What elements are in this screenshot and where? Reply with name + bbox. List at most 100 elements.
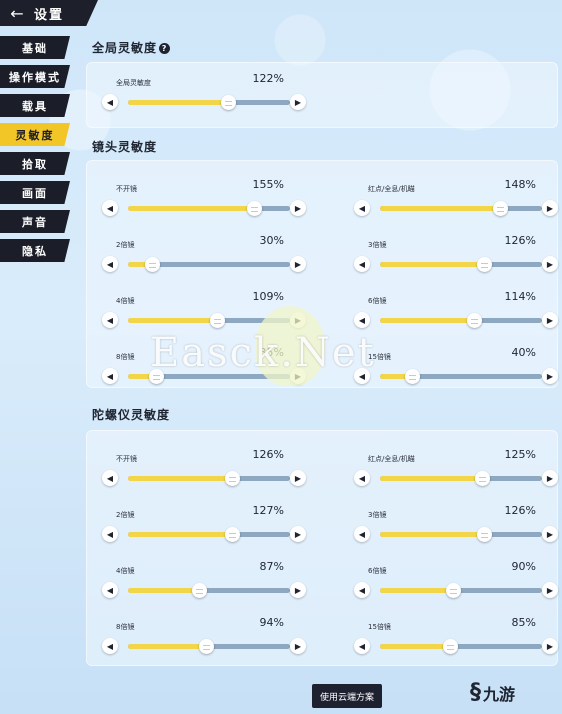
decrease-arrow-icon[interactable]: ◀ [102,526,118,542]
cloud-scheme-button[interactable]: 使用云端方案 [312,684,382,708]
slider-thumb[interactable] [476,527,492,542]
sensitivity-slider: 6倍镜 114% ◀ ▶ [354,290,558,336]
sensitivity-slider: 全局灵敏度 122% ◀ ▶ [102,72,306,118]
page-title: 设置 [34,7,65,23]
slider-track[interactable] [128,527,290,542]
slider-track[interactable] [380,369,542,384]
slider-thumb[interactable] [145,257,161,272]
decrease-arrow-icon[interactable]: ◀ [102,256,118,272]
increase-arrow-icon[interactable]: ▶ [542,368,558,384]
slider-thumb[interactable] [192,583,208,598]
slider-track[interactable] [380,639,542,654]
increase-arrow-icon[interactable]: ▶ [290,94,306,110]
increase-arrow-icon[interactable]: ▶ [290,582,306,598]
sidebar-item-0[interactable]: 基础 [0,36,70,59]
decrease-arrow-icon[interactable]: ◀ [102,638,118,654]
slider-value: 126% [504,504,536,517]
decrease-arrow-icon[interactable]: ◀ [102,94,118,110]
global-title-text: 全局灵敏度 [92,41,158,55]
decrease-arrow-icon[interactable]: ◀ [354,582,370,598]
slider-label: 2倍镜 [116,511,135,519]
slider-label: 8倍镜 [116,353,135,361]
slider-value: 125% [504,448,536,461]
sensitivity-slider: 不开镜 126% ◀ ▶ [102,448,306,494]
sensitivity-slider: 红点/全息/机瞄 125% ◀ ▶ [354,448,558,494]
slider-track[interactable] [128,95,290,110]
slider-thumb[interactable] [210,313,226,328]
slider-thumb[interactable] [405,369,421,384]
slider-value: 148% [504,178,536,191]
slider-track[interactable] [380,527,542,542]
increase-arrow-icon[interactable]: ▶ [290,200,306,216]
slider-thumb[interactable] [445,583,461,598]
increase-arrow-icon[interactable]: ▶ [542,470,558,486]
scope-section-title: 镜头灵敏度 [92,140,158,154]
slider-track[interactable] [128,583,290,598]
slider-thumb[interactable] [475,471,491,486]
slider-fill [380,588,453,593]
slider-thumb[interactable] [198,639,214,654]
increase-arrow-icon[interactable]: ▶ [542,256,558,272]
info-icon[interactable]: ? [159,43,171,54]
slider-label: 6倍镜 [368,567,387,575]
decrease-arrow-icon[interactable]: ◀ [354,526,370,542]
slider-track[interactable] [128,201,290,216]
increase-arrow-icon[interactable]: ▶ [290,526,306,542]
slider-fill [128,318,218,323]
slider-track[interactable] [380,257,542,272]
decrease-arrow-icon[interactable]: ◀ [354,638,370,654]
increase-arrow-icon[interactable]: ▶ [290,638,306,654]
increase-arrow-icon[interactable]: ▶ [542,582,558,598]
decrease-arrow-icon[interactable]: ◀ [102,582,118,598]
sidebar-item-4[interactable]: 拾取 [0,152,70,175]
slider-thumb[interactable] [492,201,508,216]
sidebar-item-5[interactable]: 画面 [0,181,70,204]
slider-track[interactable] [380,583,542,598]
increase-arrow-icon[interactable]: ▶ [542,200,558,216]
decrease-arrow-icon[interactable]: ◀ [354,200,370,216]
sidebar-item-3[interactable]: 灵敏度 [0,123,70,146]
slider-value: 85% [511,616,536,629]
brand-text: 九游 [483,684,516,704]
decrease-arrow-icon[interactable]: ◀ [102,470,118,486]
sidebar-item-2[interactable]: 载具 [0,94,70,117]
decrease-arrow-icon[interactable]: ◀ [354,312,370,328]
slider-thumb[interactable] [224,527,240,542]
increase-arrow-icon[interactable]: ▶ [542,638,558,654]
slider-track[interactable] [380,201,542,216]
decrease-arrow-icon[interactable]: ◀ [354,256,370,272]
slider-thumb[interactable] [466,313,482,328]
sidebar-item-7[interactable]: 隐私 [0,239,70,262]
increase-arrow-icon[interactable]: ▶ [290,470,306,486]
decrease-arrow-icon[interactable]: ◀ [102,368,118,384]
slider-thumb[interactable] [476,257,492,272]
slider-label: 红点/全息/机瞄 [368,185,415,193]
slider-fill [128,100,229,105]
increase-arrow-icon[interactable]: ▶ [542,526,558,542]
slider-track[interactable] [380,313,542,328]
slider-thumb[interactable] [221,95,237,110]
sensitivity-slider: 2倍镜 127% ◀ ▶ [102,504,306,550]
brand-logo: § 九游 [470,680,515,705]
slider-value: 122% [252,72,284,85]
decrease-arrow-icon[interactable]: ◀ [102,312,118,328]
slider-fill [380,262,484,267]
decrease-arrow-icon[interactable]: ◀ [354,470,370,486]
slider-track[interactable] [380,471,542,486]
increase-arrow-icon[interactable]: ▶ [290,256,306,272]
slider-thumb[interactable] [247,201,263,216]
slider-track[interactable] [128,471,290,486]
sensitivity-slider: 6倍镜 90% ◀ ▶ [354,560,558,606]
increase-arrow-icon[interactable]: ▶ [542,312,558,328]
slider-thumb[interactable] [224,471,240,486]
sidebar-item-6[interactable]: 声音 [0,210,70,233]
slider-thumb[interactable] [442,639,458,654]
slider-value: 127% [252,504,284,517]
decrease-arrow-icon[interactable]: ◀ [102,200,118,216]
sidebar-item-1[interactable]: 操作模式 [0,65,70,88]
slider-track[interactable] [128,257,290,272]
slider-track[interactable] [128,639,290,654]
arrow-left-icon[interactable]: ← [0,0,34,26]
slider-label: 2倍镜 [116,241,135,249]
slider-value: 126% [504,234,536,247]
